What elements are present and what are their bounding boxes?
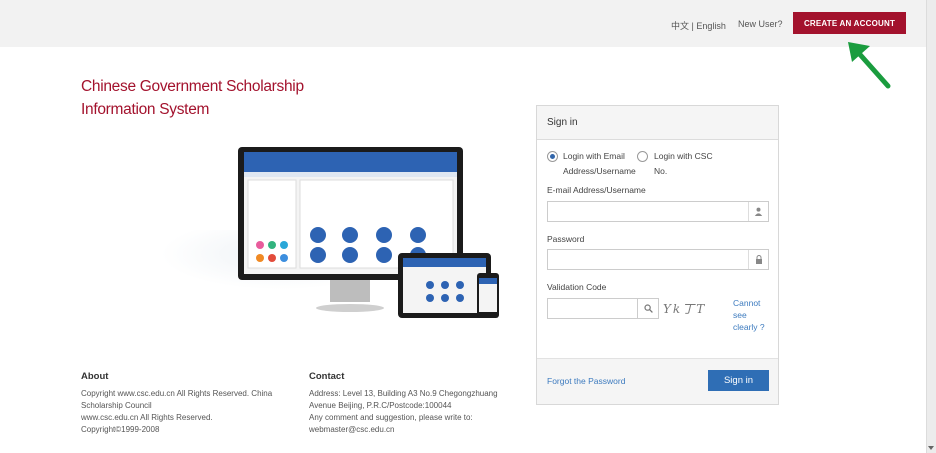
lang-chinese-link[interactable]: 中文 [671,21,689,31]
cannot-see-link[interactable]: Cannot see clearly ? [733,297,773,333]
login-csc-label[interactable]: Login with CSC No. [654,149,713,179]
login-csc-radio[interactable] [637,151,648,162]
signin-panel: Sign in Login with Email Address/Usernam… [536,105,779,405]
contact-heading: Contact [309,371,345,382]
validation-label: Validation Code [547,282,607,292]
lock-icon [748,250,768,269]
password-field[interactable] [547,249,769,270]
about-heading: About [81,371,109,382]
password-label: Password [547,234,585,244]
green-arrow-icon [848,42,891,89]
search-icon[interactable] [638,298,659,319]
forgot-password-link[interactable]: Forgot the Password [547,376,625,386]
email-field[interactable] [547,201,769,222]
language-switcher: 中文 | English [671,19,726,32]
top-bar: 中文 | English New User? CREATE AN ACCOUNT [0,0,926,47]
login-email-radio[interactable] [547,151,558,162]
validation-code-field[interactable] [547,298,638,319]
create-account-button[interactable]: CREATE AN ACCOUNT [793,12,906,34]
login-email-label[interactable]: Login with Email Address/Username [563,149,636,179]
about-text: Copyright www.csc.edu.cn All Rights Rese… [81,389,273,434]
contact-text: Address: Level 13, Building A3 No.9 Cheg… [309,389,498,434]
new-user-text: New User? [738,19,783,29]
signin-heading: Sign in [537,106,778,140]
signin-footer: Forgot the Password Sign in [537,358,778,404]
captcha-image: Yk丁T [663,302,707,316]
site-title-line2: Information System [81,101,210,118]
scroll-down-icon[interactable] [928,446,934,450]
signin-button[interactable]: Sign in [708,370,769,391]
lang-separator: | [691,21,694,31]
lang-english-link[interactable]: English [696,21,726,31]
site-title: Chinese Government Scholarship Informati… [81,75,304,121]
devices-illustration [238,147,499,318]
page-scrollbar[interactable] [926,0,936,453]
user-icon [748,202,768,221]
email-label: E-mail Address/Username [547,185,646,195]
site-title-line1: Chinese Government Scholarship [81,78,304,95]
